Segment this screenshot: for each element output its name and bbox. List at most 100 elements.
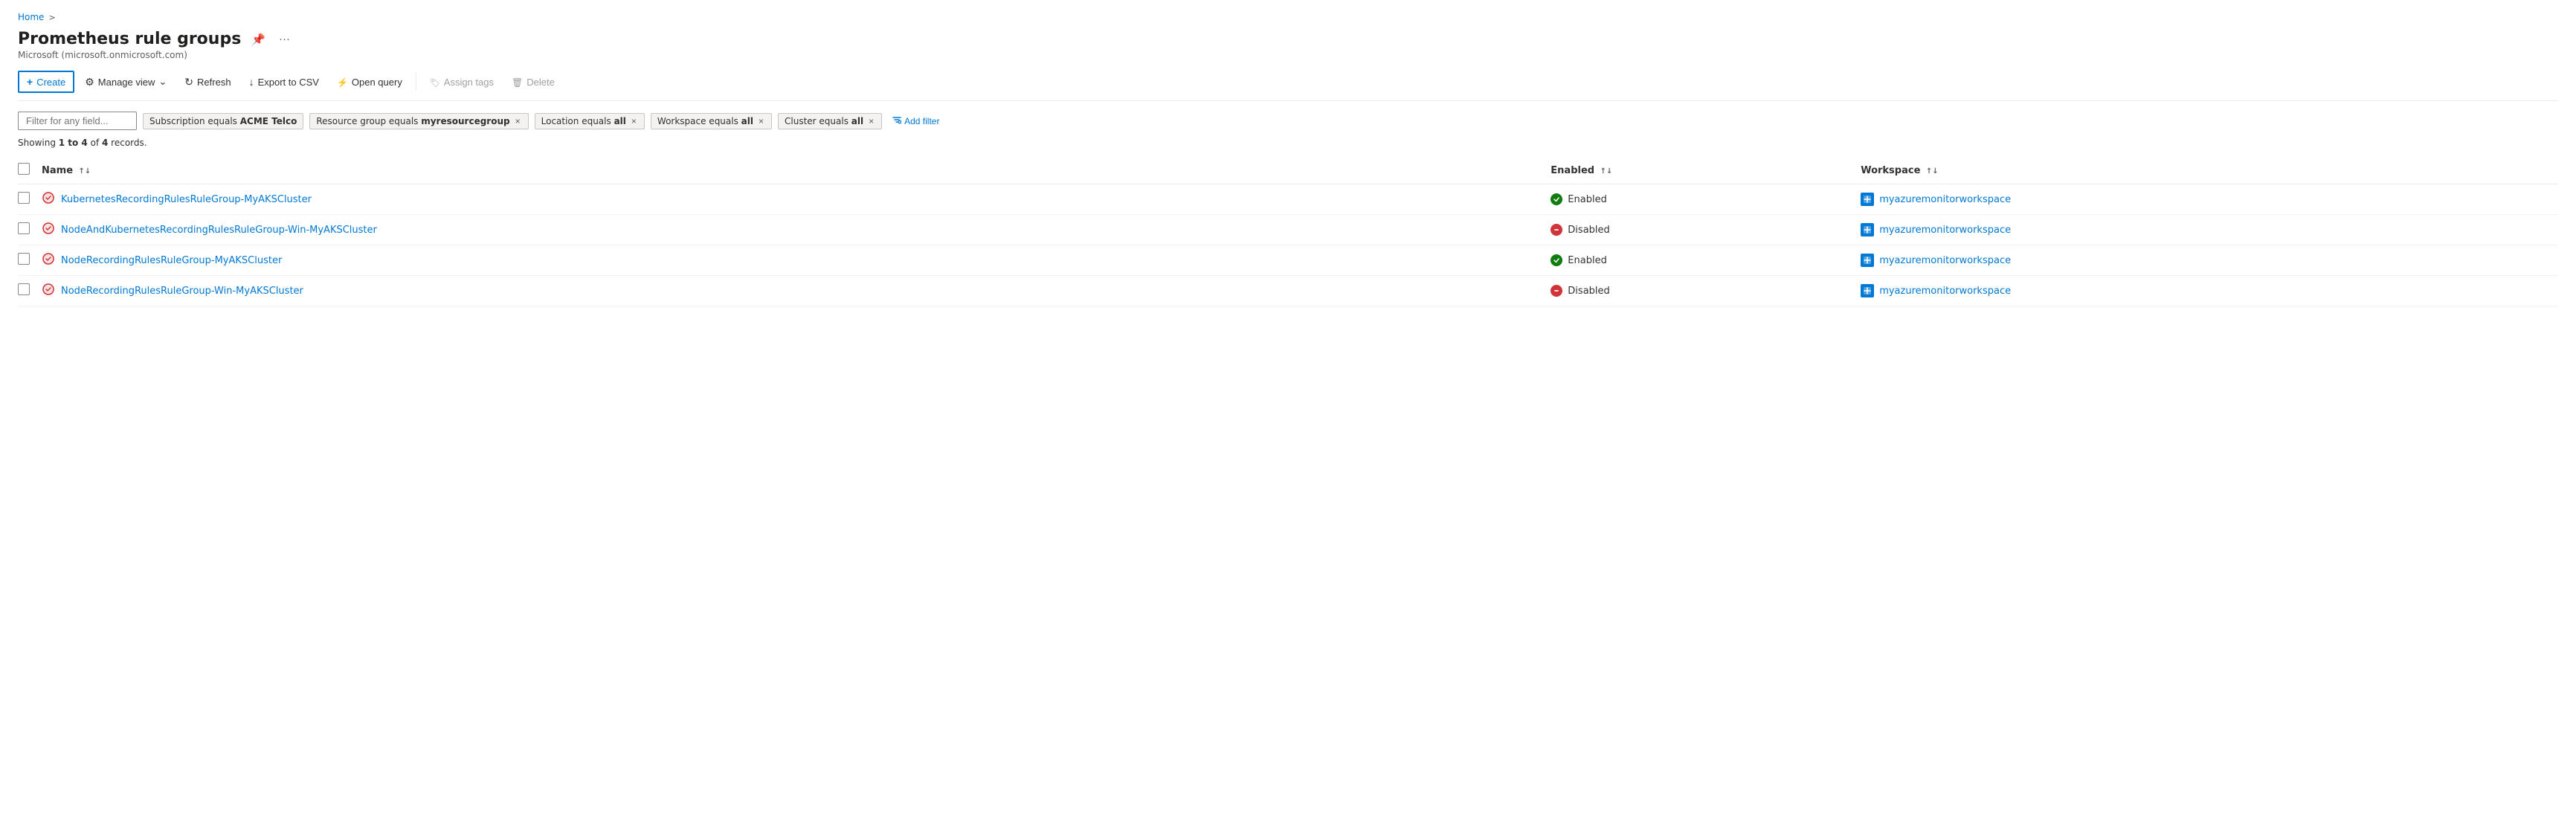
toolbar: Create Manage view Refresh Export to CSV…: [18, 71, 2558, 101]
select-all-checkbox[interactable]: [18, 163, 30, 175]
row-2-name-link[interactable]: NodeAndKubernetesRecordingRulesRuleGroup…: [61, 225, 377, 236]
filter-row: Subscription equals ACME Telco Resource …: [18, 112, 2558, 130]
row-3-name-link[interactable]: NodeRecordingRulesRuleGroup-MyAKSCluster: [61, 255, 282, 266]
row-2-workspace-link[interactable]: myazuremonitorworkspace: [1879, 225, 2011, 236]
row-3-workspace-link[interactable]: myazuremonitorworkspace: [1879, 255, 2011, 266]
open-query-button[interactable]: Open query: [329, 73, 410, 91]
row-3-workspace-cell: myazuremonitorworkspace: [1861, 245, 2558, 276]
row-1-status-icon: [1551, 193, 1562, 205]
page-title: Prometheus rule groups: [18, 30, 241, 48]
row-3-name-cell: NodeRecordingRulesRuleGroup-MyAKSCluster: [42, 245, 1551, 276]
filter-input[interactable]: [18, 112, 137, 130]
row-3-checkbox-cell: [18, 245, 42, 276]
download-icon: [249, 76, 254, 88]
filter-workspace-close[interactable]: ×: [757, 117, 765, 126]
breadcrumb-home[interactable]: Home: [18, 12, 44, 22]
row-4-checkbox-cell: [18, 276, 42, 306]
row-2-checkbox-cell: [18, 215, 42, 245]
row-1-workspace-link[interactable]: myazuremonitorworkspace: [1879, 194, 2011, 205]
rule-type-icon: [42, 222, 55, 238]
export-csv-button[interactable]: Export to CSV: [242, 72, 326, 91]
row-4-workspace-cell: myazuremonitorworkspace: [1861, 276, 2558, 306]
row-2-checkbox[interactable]: [18, 222, 30, 234]
row-1-workspace-cell: myazuremonitorworkspace: [1861, 184, 2558, 215]
name-sort-icon[interactable]: ↑↓: [79, 167, 91, 175]
row-4-checkbox[interactable]: [18, 283, 30, 295]
filter-location-close[interactable]: ×: [630, 117, 638, 126]
add-filter-button[interactable]: Add filter: [888, 113, 944, 129]
row-3-checkbox[interactable]: [18, 253, 30, 265]
filter-tag-subscription: Subscription equals ACME Telco: [143, 113, 303, 129]
assign-tags-button[interactable]: Assign tags: [422, 73, 501, 91]
add-filter-label: Add filter: [904, 116, 939, 126]
rule-icon: [42, 191, 55, 204]
table-header: Name ↑↓ Enabled ↑↓ Workspace ↑↓: [18, 157, 2558, 184]
row-2-status-label: Disabled: [1568, 225, 1609, 236]
rule-type-icon: [42, 283, 55, 299]
ellipsis-button[interactable]: ···: [276, 31, 293, 47]
filter-workspace-text: Workspace equals all: [657, 116, 753, 126]
manage-view-button[interactable]: Manage view: [77, 72, 174, 92]
row-1-name-link[interactable]: KubernetesRecordingRulesRuleGroup-MyAKSC…: [61, 194, 312, 205]
enabled-sort-icon[interactable]: ↑↓: [1600, 167, 1613, 175]
row-2-workspace-cell: myazuremonitorworkspace: [1861, 215, 2558, 245]
breadcrumb-separator: >: [48, 13, 55, 22]
filter-cluster-text: Cluster equals all: [785, 116, 863, 126]
header-name-label: Name: [42, 165, 73, 176]
record-range: 1 to 4: [59, 138, 88, 148]
filter-location-text: Location equals all: [541, 116, 626, 126]
row-1-enabled-cell: Enabled: [1551, 184, 1861, 215]
rule-icon: [42, 222, 55, 235]
filter-resource-group-text: Resource group equals myresourcegroup: [316, 116, 509, 126]
delete-label: Delete: [527, 77, 555, 88]
pin-icon: 📌: [251, 33, 265, 46]
header-name: Name ↑↓: [42, 157, 1551, 184]
refresh-icon: [184, 76, 193, 88]
gear-icon: [85, 76, 94, 88]
rule-type-icon: [42, 191, 55, 207]
row-2-status-icon: [1551, 224, 1562, 236]
row-4-workspace-icon: [1861, 284, 1874, 297]
pin-button[interactable]: 📌: [248, 31, 268, 48]
ellipsis-icon: ···: [279, 33, 290, 45]
filter-resource-group-close[interactable]: ×: [514, 117, 522, 126]
row-1-checkbox-cell: [18, 184, 42, 215]
row-2-name-cell: NodeAndKubernetesRecordingRulesRuleGroup…: [42, 215, 1551, 245]
row-4-name-link[interactable]: NodeRecordingRulesRuleGroup-Win-MyAKSClu…: [61, 286, 303, 297]
row-1-name-cell: KubernetesRecordingRulesRuleGroup-MyAKSC…: [42, 184, 1551, 215]
refresh-button[interactable]: Refresh: [177, 72, 238, 92]
assign-tags-label: Assign tags: [444, 77, 494, 88]
header-workspace-label: Workspace: [1861, 165, 1920, 176]
create-label: Create: [36, 77, 65, 88]
row-4-workspace-link[interactable]: myazuremonitorworkspace: [1879, 286, 2011, 297]
breadcrumb: Home >: [18, 12, 2558, 22]
record-count: Showing 1 to 4 of 4 records.: [18, 138, 2558, 148]
open-query-label: Open query: [352, 77, 402, 88]
header-enabled: Enabled ↑↓: [1551, 157, 1861, 184]
plus-icon: [27, 76, 33, 88]
filter-cluster-close[interactable]: ×: [867, 117, 875, 126]
table-row: NodeAndKubernetesRecordingRulesRuleGroup…: [18, 215, 2558, 245]
row-1-checkbox[interactable]: [18, 192, 30, 204]
row-3-workspace-icon: [1861, 254, 1874, 267]
delete-button[interactable]: Delete: [504, 73, 562, 91]
query-icon: [337, 77, 348, 88]
filter-tag-location: Location equals all ×: [535, 113, 645, 129]
page-subtitle: Microsoft (microsoft.onmicrosoft.com): [18, 50, 2558, 60]
filter-tag-resource-group: Resource group equals myresourcegroup ×: [309, 113, 528, 129]
rule-icon: [42, 283, 55, 296]
table-row: NodeRecordingRulesRuleGroup-Win-MyAKSClu…: [18, 276, 2558, 306]
workspace-sort-icon[interactable]: ↑↓: [1926, 167, 1939, 175]
row-4-status-label: Disabled: [1568, 286, 1609, 297]
header-enabled-label: Enabled: [1551, 165, 1594, 176]
row-2-enabled-cell: Disabled: [1551, 215, 1861, 245]
table-row: KubernetesRecordingRulesRuleGroup-MyAKSC…: [18, 184, 2558, 215]
row-1-workspace-icon: [1861, 193, 1874, 206]
record-total: 4: [102, 138, 108, 148]
row-4-status-icon: [1551, 285, 1562, 297]
table-row: NodeRecordingRulesRuleGroup-MyAKSCluster…: [18, 245, 2558, 276]
tag-icon: [430, 77, 440, 88]
create-button[interactable]: Create: [18, 71, 74, 93]
page-header: Prometheus rule groups 📌 ···: [18, 30, 2558, 48]
filter-tag-workspace: Workspace equals all ×: [651, 113, 772, 129]
